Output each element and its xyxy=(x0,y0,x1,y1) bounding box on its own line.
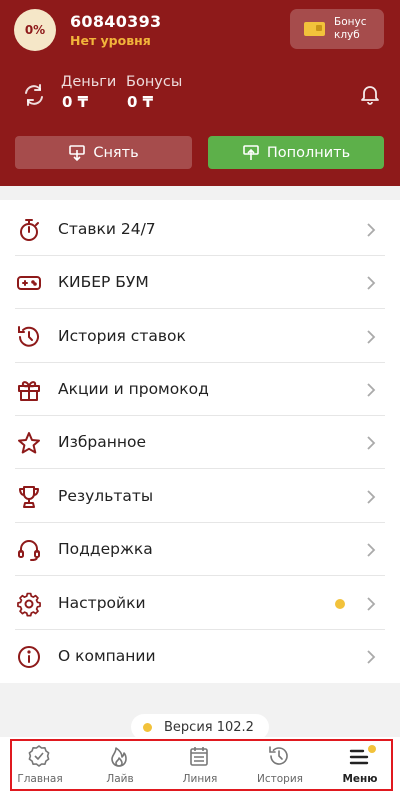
level-name: Нет уровня xyxy=(70,33,151,48)
menu-item-label: История ставок xyxy=(58,327,186,345)
gift-icon xyxy=(18,381,40,401)
info-icon xyxy=(18,646,40,668)
home-badge-icon xyxy=(28,745,50,767)
tab-live[interactable]: Лайв xyxy=(80,737,160,794)
menu-item-bets-24-7[interactable]: Ставки 24/7 xyxy=(0,203,400,256)
chevron-right-icon xyxy=(367,543,376,557)
withdraw-label: Снять xyxy=(93,144,139,161)
notification-dot xyxy=(335,599,345,609)
tab-label: История xyxy=(257,773,303,785)
chevron-right-icon xyxy=(367,223,376,237)
chevron-right-icon xyxy=(367,276,376,290)
version-label: Версия 102.2 xyxy=(164,719,254,735)
ticket-icon xyxy=(304,22,325,36)
chevron-right-icon xyxy=(367,383,376,397)
menu-icon xyxy=(349,749,369,765)
deposit-icon xyxy=(243,144,259,160)
tab-label: Главная xyxy=(17,773,63,785)
chevron-right-icon xyxy=(367,330,376,344)
menu-item-label: КИБЕР БУМ xyxy=(58,273,149,291)
menu-item-label: Результаты xyxy=(58,487,154,505)
menu-item-label: Ставки 24/7 xyxy=(58,220,156,238)
headset-icon xyxy=(18,540,40,561)
menu-item-bet-history[interactable]: История ставок xyxy=(0,310,400,363)
chevron-right-icon xyxy=(367,597,376,611)
tab-label: Меню xyxy=(342,773,378,785)
trophy-icon xyxy=(19,486,39,508)
status-dot xyxy=(143,722,152,732)
menu-item-label: Акции и промокод xyxy=(58,380,209,398)
account-header: 0% 60840393 Нет уровня Бонус клуб Деньги… xyxy=(0,0,400,186)
tab-history[interactable]: История xyxy=(240,737,320,794)
tab-home[interactable]: Главная xyxy=(0,737,80,794)
menu-item-about[interactable]: О компании xyxy=(0,630,400,683)
tab-menu[interactable]: Меню xyxy=(320,737,400,794)
history-icon xyxy=(269,746,288,765)
menu-item-promotions[interactable]: Акции и промокод xyxy=(0,363,400,416)
history-icon xyxy=(18,326,39,347)
refresh-icon[interactable] xyxy=(20,81,48,109)
bonus-label: Бонусы xyxy=(126,74,183,90)
chevron-right-icon xyxy=(367,436,376,450)
money-label: Деньги xyxy=(61,74,117,90)
menu-item-label: О компании xyxy=(58,647,156,665)
tab-label: Лайв xyxy=(106,773,134,785)
deposit-button[interactable]: Пополнить xyxy=(208,136,384,169)
menu-item-label: Избранное xyxy=(58,433,147,451)
gear-icon xyxy=(17,592,41,617)
calendar-icon xyxy=(190,747,208,766)
stopwatch-icon xyxy=(20,219,39,241)
notification-dot xyxy=(368,745,376,753)
bell-icon[interactable] xyxy=(358,82,382,106)
menu-item-favorites[interactable]: Избранное xyxy=(0,416,400,469)
menu-item-settings[interactable]: Настройки xyxy=(0,577,400,630)
money-value: 0 ₸ xyxy=(62,93,89,111)
bottom-tab-bar: Главная Лайв Линия История Меню xyxy=(0,737,400,794)
menu-item-label: Настройки xyxy=(58,594,146,612)
withdraw-icon xyxy=(69,144,86,161)
menu-item-results[interactable]: Результаты xyxy=(0,470,400,523)
user-id: 60840393 xyxy=(70,12,162,31)
gamepad-icon xyxy=(17,276,41,290)
tab-line[interactable]: Линия xyxy=(160,737,240,794)
bonus-club-button[interactable]: Бонус клуб xyxy=(290,9,384,49)
menu-list: Ставки 24/7 КИБЕР БУМ История ставок Акц… xyxy=(0,200,400,683)
menu-item-cyber-boom[interactable]: КИБЕР БУМ xyxy=(0,256,400,309)
bonus-club-label: Бонус клуб xyxy=(334,16,367,41)
level-progress-badge[interactable]: 0% xyxy=(14,9,56,51)
tab-label: Линия xyxy=(182,773,218,785)
chevron-right-icon xyxy=(367,490,376,504)
menu-item-label: Поддержка xyxy=(58,540,153,558)
chevron-right-icon xyxy=(367,650,376,664)
bonus-value: 0 ₸ xyxy=(127,93,154,111)
star-icon xyxy=(18,432,40,454)
fire-icon xyxy=(111,747,127,767)
deposit-label: Пополнить xyxy=(266,144,351,161)
withdraw-button[interactable]: Снять xyxy=(15,136,192,169)
menu-item-support[interactable]: Поддержка xyxy=(0,523,400,576)
